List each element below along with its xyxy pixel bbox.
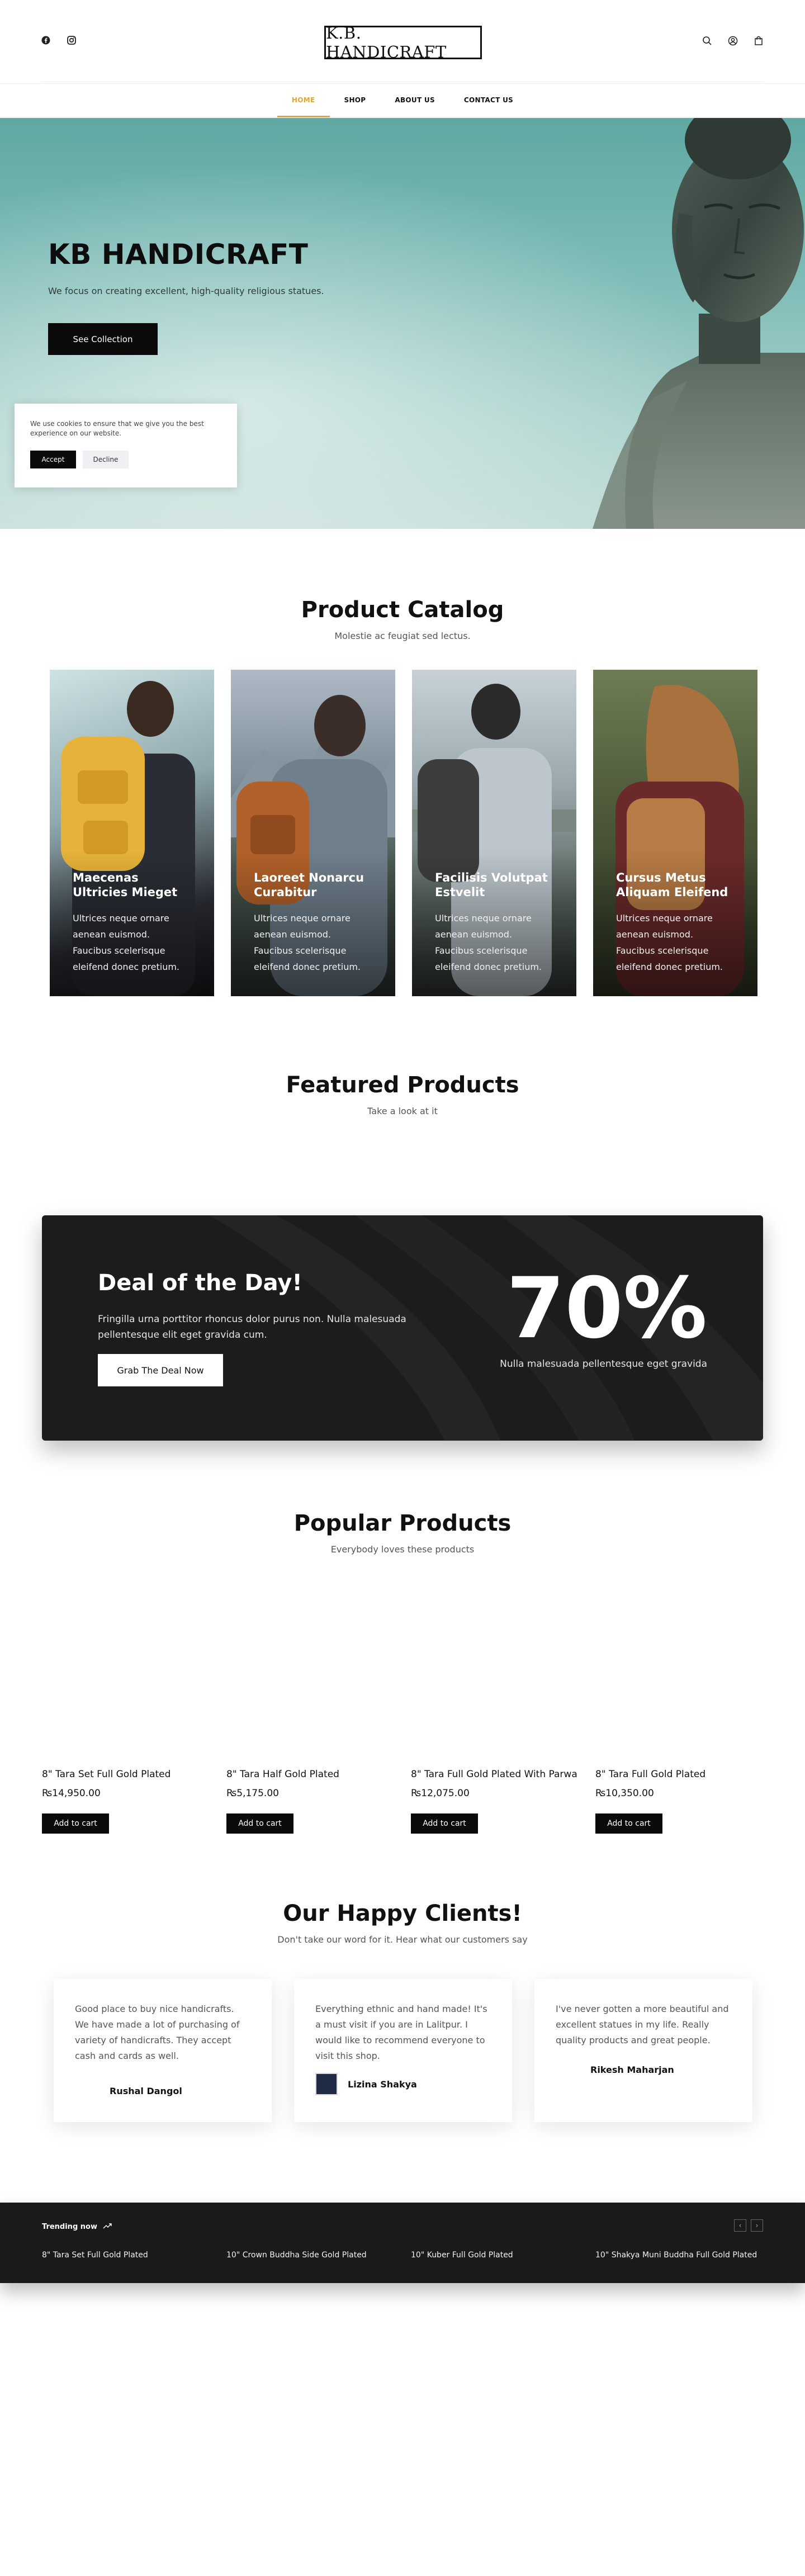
deal-percent-caption: Nulla malesuada pellentesque eget gravid… xyxy=(500,1358,707,1370)
product-price: ₨12,075.00 xyxy=(411,1788,470,1799)
trending-item[interactable]: 10" Shakya Muni Buddha Full Gold Plated xyxy=(595,2251,780,2260)
cookie-notice: We use cookies to ensure that we give yo… xyxy=(15,404,237,487)
main-nav: HOME SHOP ABOUT US CONTACT US xyxy=(0,84,805,117)
catalog-card-title: Facilisis Volutpat Estvelit xyxy=(435,871,548,899)
testimonial-author: Lizina Shakya xyxy=(315,2073,417,2095)
cart-icon[interactable] xyxy=(754,36,764,46)
cookie-decline-button[interactable]: Decline xyxy=(83,451,129,468)
add-to-cart-button[interactable]: Add to cart xyxy=(226,1813,293,1834)
deal-percent: 70% xyxy=(506,1260,707,1357)
product-card: 8" Tara Half Gold Plated ₨5,175.00 Add t… xyxy=(226,1769,411,1834)
hero-subtitle: We focus on creating excellent, high-qua… xyxy=(48,286,324,296)
trending-label: Trending now xyxy=(42,2223,112,2231)
product-name[interactable]: 8" Tara Set Full Gold Plated xyxy=(42,1769,226,1783)
header-actions xyxy=(702,36,764,46)
trending-item[interactable]: 10" Kuber Full Gold Plated xyxy=(411,2251,595,2260)
trending-icon xyxy=(103,2223,112,2231)
catalog-card-title: Cursus Metus Aliquam Eleifend xyxy=(616,871,728,899)
trending-arrows: ‹ › xyxy=(734,2219,763,2232)
product-price: ₨10,350.00 xyxy=(595,1788,654,1799)
product-name[interactable]: 8" Tara Full Gold Plated xyxy=(595,1769,780,1783)
catalog-title: Product Catalog xyxy=(301,597,504,623)
product-price: ₨5,175.00 xyxy=(226,1788,279,1799)
chevron-left-icon[interactable]: ‹ xyxy=(734,2219,746,2232)
testimonial-author: Rushal Dangol xyxy=(110,2086,182,2096)
clients-title: Our Happy Clients! xyxy=(283,1901,522,1926)
trending-item[interactable]: 10" Crown Buddha Side Gold Plated xyxy=(226,2251,411,2260)
popular-products-grid: 8" Tara Set Full Gold Plated ₨14,950.00 … xyxy=(42,1769,780,1834)
testimonial-text: I've never gotten a more beautiful and e… xyxy=(556,2004,729,2045)
catalog-card-text: Ultrices neque ornare aenean euismod. Fa… xyxy=(254,913,361,972)
catalog-card-title: Laoreet Nonarcu Curabitur xyxy=(254,871,364,899)
testimonial-card: I've never gotten a more beautiful and e… xyxy=(534,1979,752,2122)
testimonials: Good place to buy nice handicrafts. We h… xyxy=(54,1979,752,2122)
nav-contact-us[interactable]: CONTACT US xyxy=(449,84,528,117)
author-name: Rikesh Maharjan xyxy=(590,2064,674,2075)
clients-subtitle: Don't take our word for it. Hear what ou… xyxy=(277,1934,528,1945)
search-icon[interactable] xyxy=(702,36,712,46)
instagram-icon[interactable] xyxy=(67,36,76,45)
testimonial-text: Good place to buy nice handicrafts. We h… xyxy=(75,2004,240,2061)
product-card: 8" Tara Full Gold Plated With Parwa ₨12,… xyxy=(411,1769,595,1834)
featured-title: Featured Products xyxy=(286,1072,519,1098)
nav-about-us[interactable]: ABOUT US xyxy=(380,84,449,117)
cookie-accept-button[interactable]: Accept xyxy=(30,451,76,468)
hero-title: KB HANDICRAFT xyxy=(48,238,309,271)
site-header: K.B. HANDICRAFT xyxy=(0,0,805,84)
product-price: ₨14,950.00 xyxy=(42,1788,101,1799)
nav-shop[interactable]: SHOP xyxy=(330,84,381,117)
chevron-right-icon[interactable]: › xyxy=(751,2219,763,2232)
catalog-card-text: Ultrices neque ornare aenean euismod. Fa… xyxy=(616,913,723,972)
author-name: Lizina Shakya xyxy=(348,2078,417,2090)
product-card: 8" Tara Set Full Gold Plated ₨14,950.00 … xyxy=(42,1769,226,1834)
deal-text: Fringilla urna porttitor rhoncus dolor p… xyxy=(98,1314,406,1341)
popular-title: Popular Products xyxy=(293,1510,512,1536)
catalog-card-text: Ultrices neque ornare aenean euismod. Fa… xyxy=(435,913,542,972)
account-icon[interactable] xyxy=(728,36,738,46)
product-name[interactable]: 8" Tara Full Gold Plated With Parwa xyxy=(411,1769,595,1783)
nav-home[interactable]: HOME xyxy=(277,84,330,117)
cookie-text: We use cookies to ensure that we give yo… xyxy=(30,420,204,437)
catalog-card[interactable]: Cursus Metus Aliquam Eleifend Ultrices n… xyxy=(593,670,757,996)
testimonial-text: Everything ethnic and hand made! It's a … xyxy=(315,2004,487,2061)
popular-subtitle: Everybody loves these products xyxy=(330,1544,475,1555)
catalog-card[interactable]: Facilisis Volutpat Estvelit Ultrices neq… xyxy=(412,670,576,996)
trending-items: 8" Tara Set Full Gold Plated 10" Crown B… xyxy=(42,2251,780,2260)
site-logo[interactable]: K.B. HANDICRAFT xyxy=(324,23,482,61)
testimonial-author: Rikesh Maharjan xyxy=(590,2064,674,2075)
grab-deal-button[interactable]: Grab The Deal Now xyxy=(98,1354,223,1386)
trending-label-text: Trending now xyxy=(42,2223,97,2231)
trending-item[interactable]: 8" Tara Set Full Gold Plated xyxy=(42,2251,226,2260)
buddha-statue-image xyxy=(593,118,805,529)
cookie-actions: Accept Decline xyxy=(30,451,221,468)
see-collection-button[interactable]: See Collection xyxy=(48,323,158,355)
add-to-cart-button[interactable]: Add to cart xyxy=(411,1813,478,1834)
social-links xyxy=(41,36,76,45)
testimonial-card: Everything ethnic and hand made! It's a … xyxy=(294,1979,512,2122)
catalog-card-title: Maecenas Ultricies Mieget xyxy=(73,871,178,899)
add-to-cart-button[interactable]: Add to cart xyxy=(42,1813,109,1834)
testimonial-card: Good place to buy nice handicrafts. We h… xyxy=(54,1979,272,2122)
catalog-card[interactable]: Laoreet Nonarcu Curabitur Ultrices neque… xyxy=(231,670,395,996)
trending-bar: Trending now ‹ › 8" Tara Set Full Gold P… xyxy=(0,2203,805,2283)
add-to-cart-button[interactable]: Add to cart xyxy=(595,1813,662,1834)
catalog-card[interactable]: Maecenas Ultricies Mieget Ultrices neque… xyxy=(50,670,214,996)
deal-of-the-day-banner: Deal of the Day! Fringilla urna porttito… xyxy=(42,1215,763,1441)
avatar xyxy=(315,2073,338,2095)
product-card: 8" Tara Full Gold Plated ₨10,350.00 Add … xyxy=(595,1769,780,1834)
catalog-card-text: Ultrices neque ornare aenean euismod. Fa… xyxy=(73,913,180,972)
featured-subtitle: Take a look at it xyxy=(367,1106,438,1116)
catalog-grid: Maecenas Ultricies Mieget Ultrices neque… xyxy=(50,670,757,996)
facebook-icon[interactable] xyxy=(41,36,50,45)
deal-title: Deal of the Day! xyxy=(98,1270,302,1296)
author-name: Rushal Dangol xyxy=(110,2086,182,2096)
catalog-subtitle: Molestie ac feugiat sed lectus. xyxy=(334,631,471,641)
product-name[interactable]: 8" Tara Half Gold Plated xyxy=(226,1769,411,1783)
